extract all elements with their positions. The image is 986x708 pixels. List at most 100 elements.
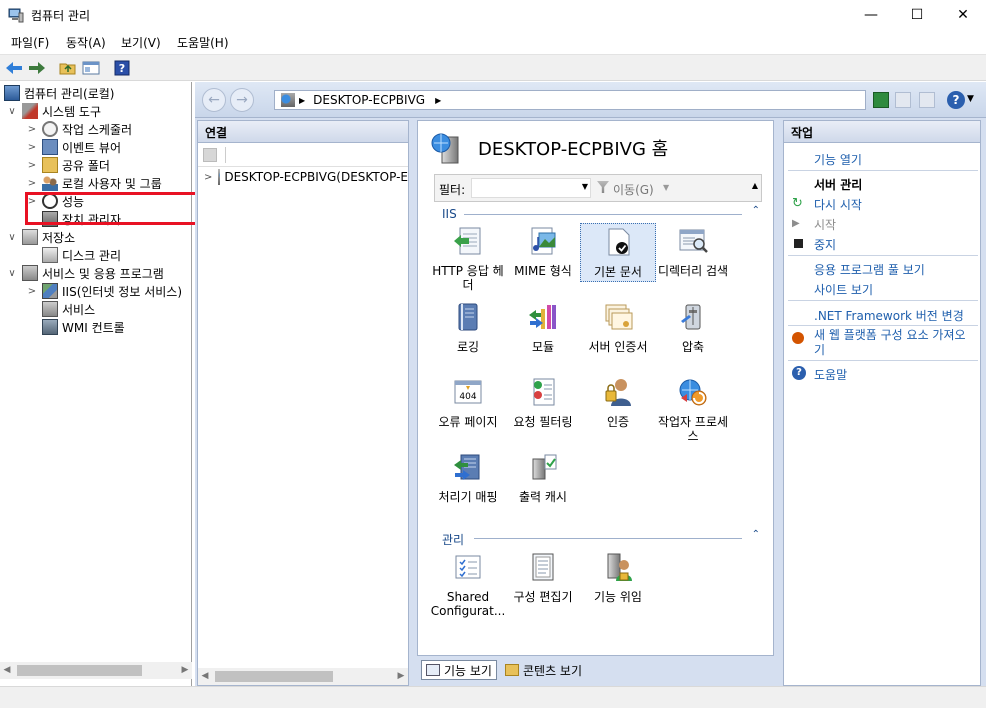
tree-item-system-tools[interactable]: ∨ 시스템 도구 — [6, 102, 101, 120]
nav-forward-button[interactable]: → — [230, 88, 254, 112]
feature-configuration-editor[interactable]: 구성 편집기 — [505, 549, 581, 606]
worker-processes-icon — [679, 379, 707, 406]
back-button[interactable] — [5, 59, 23, 77]
feature-feature-delegation[interactable]: 기능 위임 — [580, 549, 656, 606]
tree-item-services-applications[interactable]: ∨ 서비스 및 응용 프로그램 — [6, 264, 164, 282]
tree-item-label: WMI 컨트롤 — [62, 320, 125, 335]
go-dropdown-icon[interactable]: ▼ — [663, 183, 669, 192]
breadcrumb-server[interactable]: DESKTOP-ECPBIVG — [313, 93, 425, 107]
stop-icon[interactable] — [895, 92, 911, 108]
group-management[interactable]: 관리 ⌃ — [442, 529, 760, 547]
up-folder-button[interactable] — [59, 59, 77, 77]
expand-chevron-icon[interactable]: > — [26, 142, 38, 153]
scroll-indicator-icon[interactable]: ▲ — [752, 181, 758, 190]
tab-content-view[interactable]: 콘텐츠 보기 — [501, 660, 586, 680]
scroll-right-arrow-icon[interactable]: ▶ — [394, 668, 408, 685]
feature-label: Shared Configurat... — [430, 590, 506, 618]
scroll-left-arrow-icon[interactable]: ◀ — [198, 668, 212, 685]
tree-item-shared-folders[interactable]: > 공유 폴더 — [26, 156, 110, 174]
filter-input[interactable]: ▼ — [471, 178, 591, 198]
tree-item-computer-management[interactable]: 컴퓨터 관리(로컬) — [4, 84, 114, 102]
back-arrow-icon: ← — [208, 92, 220, 108]
action-view-app-pools[interactable]: 응용 프로그램 풀 보기 — [814, 261, 925, 278]
action-restart[interactable]: 다시 시작 — [814, 196, 862, 213]
expand-chevron-icon[interactable]: > — [26, 286, 38, 297]
menu-file[interactable]: 파일(F) — [11, 34, 49, 51]
connections-scrollbar[interactable]: ◀ ▶ — [198, 668, 408, 685]
tree-item-wmi-control[interactable]: WMI 컨트롤 — [42, 318, 125, 336]
tree-item-iis[interactable]: > IIS(인터넷 정보 서비스) — [26, 282, 183, 300]
feature-compression[interactable]: 압축 — [655, 299, 731, 356]
collapse-caret-icon[interactable]: ⌃ — [752, 529, 760, 540]
horizontal-scrollbar[interactable]: ◀ ▶ — [0, 662, 192, 679]
divider — [788, 360, 978, 361]
scroll-thumb[interactable] — [17, 665, 142, 676]
expand-chevron-icon[interactable]: > — [204, 172, 212, 183]
action-stop[interactable]: 중지 — [814, 236, 836, 253]
tree-item-task-scheduler[interactable]: > 작업 스케줄러 — [26, 120, 132, 138]
tree-item-label: 서비스 — [62, 302, 96, 317]
feature-error-pages[interactable]: 404 오류 페이지 — [430, 374, 506, 431]
collapse-chevron-icon[interactable]: ∨ — [6, 232, 18, 243]
maximize-button[interactable]: ☐ — [894, 0, 940, 30]
show-hide-tree-button[interactable] — [82, 59, 100, 77]
tree-item-services[interactable]: 서비스 — [42, 300, 95, 318]
feature-authentication[interactable]: 인증 — [580, 374, 656, 431]
mime-types-icon — [531, 227, 556, 255]
feature-logging[interactable]: 로깅 — [430, 299, 506, 356]
address-path[interactable]: ▶ DESKTOP-ECPBIVG ▶ — [274, 90, 866, 110]
feature-request-filtering[interactable]: 요청 필터링 — [505, 374, 581, 431]
nav-back-button[interactable]: ← — [202, 88, 226, 112]
close-button[interactable]: ✕ — [940, 0, 986, 30]
feature-server-certificates[interactable]: 서버 인증서 — [580, 299, 656, 356]
menu-action[interactable]: 동작(A) — [66, 34, 106, 51]
help-icon[interactable]: ? — [947, 91, 965, 109]
tab-features-view[interactable]: 기능 보기 — [421, 660, 497, 680]
group-iis[interactable]: IIS ⌃ — [442, 205, 760, 221]
feature-worker-processes[interactable]: 작업자 프로세스 — [655, 374, 731, 445]
collapse-chevron-icon[interactable]: ∨ — [6, 268, 18, 279]
menu-help[interactable]: 도움말(H) — [177, 34, 229, 51]
action-get-web-platform[interactable]: 새 웹 플랫폼 구성 요소 가져오기 — [814, 328, 974, 358]
scroll-right-arrow-icon[interactable]: ▶ — [178, 662, 192, 679]
feature-output-cache[interactable]: 출력 캐시 — [505, 449, 581, 506]
action-open-feature[interactable]: 기능 열기 — [814, 151, 862, 168]
default-document-icon — [608, 228, 630, 256]
home-icon[interactable] — [919, 92, 935, 108]
help-dropdown-icon[interactable]: ▼ — [967, 94, 974, 104]
menu-view[interactable]: 보기(V) — [121, 34, 161, 51]
tree-item-storage[interactable]: ∨ 저장소 — [6, 228, 75, 246]
feature-http-response-headers[interactable]: HTTP 응답 헤더 — [430, 223, 506, 294]
feature-mime-types[interactable]: MIME 형식 — [505, 223, 581, 280]
tree-item-local-users-groups[interactable]: > 로컬 사용자 및 그룹 — [26, 174, 162, 192]
feature-directory-browsing[interactable]: 디렉터리 검색 — [655, 223, 731, 280]
refresh-icon[interactable] — [873, 92, 889, 108]
action-change-net-version[interactable]: .NET Framework 버전 변경 — [814, 307, 964, 324]
action-help[interactable]: 도움말 — [814, 366, 847, 383]
tree-item-label: 시스템 도구 — [42, 104, 102, 119]
filter-dropdown-icon[interactable]: ▼ — [582, 182, 588, 191]
scroll-thumb[interactable] — [215, 671, 333, 682]
tree-item-event-viewer[interactable]: > 이벤트 뷰어 — [26, 138, 121, 156]
expand-chevron-icon[interactable]: > — [26, 124, 38, 135]
feature-modules[interactable]: 모듈 — [505, 299, 581, 356]
minimize-button[interactable]: — — [848, 0, 894, 30]
feature-shared-configuration[interactable]: Shared Configurat... — [430, 549, 506, 620]
collapse-chevron-icon[interactable]: ∨ — [6, 106, 18, 117]
expand-chevron-icon[interactable]: > — [26, 178, 38, 189]
collapse-caret-icon[interactable]: ⌃ — [752, 205, 760, 216]
go-button[interactable]: 이동(G) — [613, 181, 654, 198]
action-start[interactable]: 시작 — [814, 216, 836, 233]
connect-icon[interactable] — [203, 148, 217, 162]
connections-server-node[interactable]: > DESKTOP-ECPBIVG(DESKTOP-E — [204, 169, 408, 185]
action-view-sites[interactable]: 사이트 보기 — [814, 281, 873, 298]
svg-text:?: ? — [119, 62, 125, 75]
feature-handler-mappings[interactable]: 처리기 매핑 — [430, 449, 506, 506]
feature-default-document[interactable]: 기본 문서 — [580, 223, 656, 282]
tree-item-disk-management[interactable]: 디스크 관리 — [42, 246, 121, 264]
scroll-left-arrow-icon[interactable]: ◀ — [0, 662, 14, 679]
expand-chevron-icon[interactable]: > — [26, 160, 38, 171]
help-button[interactable]: ? — [113, 59, 131, 77]
users-icon — [42, 175, 58, 191]
forward-button[interactable] — [28, 59, 46, 77]
